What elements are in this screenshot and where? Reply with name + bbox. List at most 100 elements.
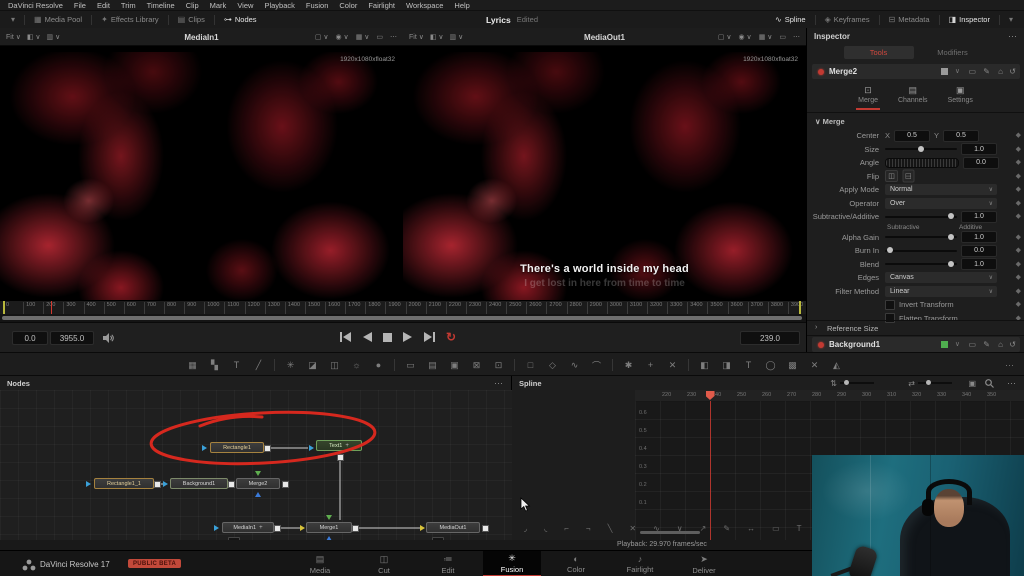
fusion-tool-icon-13[interactable]: ⊡ (492, 359, 505, 372)
spline-tool-icon-3[interactable]: ¬ (586, 524, 591, 533)
keyframe-diamond-icon[interactable]: ◆ (1016, 246, 1021, 254)
metadata-button[interactable]: ⊟Metadata (882, 11, 937, 28)
menu-item-playback[interactable]: Playback (264, 1, 294, 10)
chevron-down-icon[interactable]: ∨ (955, 340, 960, 348)
node-graph[interactable]: Rectangle1Text1+Rectangle1_1Background1M… (0, 390, 512, 540)
reset-icon[interactable]: ↺ (1009, 67, 1016, 76)
slider-thumb[interactable] (948, 234, 954, 240)
spline-tool-icon-12[interactable]: T (797, 524, 802, 533)
expand-viewer-button[interactable]: ▭ (779, 33, 786, 41)
value-field[interactable]: 0.0 (961, 245, 997, 257)
copy-settings-icon[interactable]: ▭ (968, 67, 976, 76)
menu-item-davinci-resolve[interactable]: DaVinci Resolve (8, 1, 63, 10)
spline-tool-icon-0[interactable]: ◞ (524, 524, 527, 533)
keyframe-diamond-icon[interactable]: ◆ (1016, 158, 1021, 166)
node-enable-dot[interactable] (818, 69, 824, 75)
spline-vzoom-slider[interactable]: ⇅ (830, 378, 874, 388)
fusion-tool-icon-8[interactable]: ● (372, 359, 385, 372)
nodes-button[interactable]: ⊶Nodes (217, 11, 264, 28)
out-point-field[interactable]: 3955.0 (50, 331, 94, 345)
node-output-port[interactable] (337, 454, 344, 461)
ab-compare-select[interactable]: ◧ ∨ (27, 33, 41, 41)
expand-viewer-button[interactable]: ▭ (376, 33, 383, 41)
spline-hzoom-slider[interactable]: ⇄ (908, 378, 952, 388)
inspector-node-header-background1[interactable]: Background1 ∨ ▭ ✎ ⌂ ↺ (812, 337, 1020, 352)
menu-item-color[interactable]: Color (339, 1, 357, 10)
menu-item-fairlight[interactable]: Fairlight (368, 1, 395, 10)
ab-compare-select[interactable]: ◧ ∨ (430, 33, 444, 41)
frame-all-icon[interactable]: ▣ (968, 378, 976, 388)
slider-track[interactable] (885, 250, 957, 252)
fusion-tool-icon-11[interactable]: ▣ (448, 359, 461, 372)
spline-options-icon[interactable]: ⋯ (1007, 378, 1016, 388)
value-field[interactable]: 1.0 (961, 231, 997, 243)
viewer-options-icon[interactable]: ⋯ (793, 33, 800, 41)
menu-item-help[interactable]: Help (454, 1, 469, 10)
edges-select[interactable]: Canvas∨ (885, 272, 997, 283)
inspector-options-icon[interactable]: ⋯ (1008, 31, 1017, 42)
node-enable-dot[interactable] (818, 342, 824, 348)
slider-track[interactable] (885, 263, 957, 265)
spline-button[interactable]: ∿Spline (768, 11, 813, 28)
spline-scrollbar[interactable] (640, 531, 700, 534)
keyframe-diamond-icon[interactable]: ◆ (1016, 145, 1021, 153)
viewer-options-icon[interactable]: ⋯ (390, 33, 397, 41)
fusion-tool-icon-24[interactable]: ◯ (764, 359, 777, 372)
spline-tool-icon-11[interactable]: ▭ (772, 524, 780, 533)
filter-method-select[interactable]: Linear∨ (885, 286, 997, 297)
center-x-field[interactable]: 0.5 (894, 130, 930, 142)
clips-button[interactable]: ▤Clips (171, 11, 212, 28)
inspector-tab-modifiers[interactable]: Modifiers (918, 46, 988, 59)
menu-item-mark[interactable]: Mark (210, 1, 227, 10)
split-wipe-select[interactable]: ▥ ∨ (47, 33, 61, 41)
slider-track[interactable] (885, 236, 957, 238)
node-text1[interactable]: Text1+ (316, 440, 362, 451)
roi-select[interactable]: ▢ ∨ (718, 33, 732, 41)
node-output-port[interactable] (154, 481, 161, 488)
page-tab-deliver[interactable]: ➤Deliver (675, 551, 733, 576)
spline-curve-list[interactable] (512, 390, 636, 540)
node-subtab-merge[interactable]: ⊡Merge (856, 84, 880, 110)
inspector-button[interactable]: ◨Inspector (942, 11, 997, 28)
loop-button[interactable]: ↻ (446, 330, 456, 344)
guides-select[interactable]: ▦ ∨ (759, 33, 773, 41)
node-subtab-channels[interactable]: ▤Channels (896, 84, 930, 110)
spline-tool-icon-9[interactable]: ✎ (723, 524, 730, 533)
menu-item-edit[interactable]: Edit (97, 1, 110, 10)
keyframe-diamond-icon[interactable]: ◆ (1016, 287, 1021, 295)
split-wipe-select[interactable]: ▥ ∨ (450, 33, 464, 41)
node-output-port[interactable] (282, 481, 289, 488)
play-reverse-button[interactable] (363, 332, 372, 342)
node-output-port[interactable] (274, 525, 281, 532)
viewer-canvas[interactable]: 1920x1080xfloat32 (0, 46, 403, 300)
slider-track[interactable] (885, 216, 957, 218)
page-tab-media[interactable]: ▤Media (291, 551, 349, 576)
keyframe-diamond-icon[interactable]: ◆ (1016, 233, 1021, 241)
fusion-tool-icon-9[interactable]: ▭ (404, 359, 417, 372)
node-mediain1[interactable]: MediaIn1+ (222, 522, 274, 533)
fusion-tool-icon-5[interactable]: ◪ (306, 359, 319, 372)
copy-settings-icon[interactable]: ▭ (968, 340, 976, 349)
value-field[interactable]: 1.0 (961, 143, 997, 155)
first-frame-button[interactable] (340, 332, 352, 342)
current-frame-field[interactable]: 239.0 (740, 331, 800, 345)
node-output-port[interactable] (228, 481, 235, 488)
fusion-tool-icon-21[interactable]: ◧ (698, 359, 711, 372)
node-merge1[interactable]: Merge1 (306, 522, 352, 533)
menu-item-timeline[interactable]: Timeline (147, 1, 175, 10)
keyframe-diamond-icon[interactable]: ◆ (1016, 185, 1021, 193)
value-field[interactable]: 1.0 (961, 258, 997, 270)
fusion-tool-icon-10[interactable]: ▤ (426, 359, 439, 372)
page-tab-cut[interactable]: ◫Cut (355, 551, 413, 576)
center-y-field[interactable]: 0.5 (943, 130, 979, 142)
keyframes-button[interactable]: ◈Keyframes (818, 11, 877, 28)
keyframe-diamond-icon[interactable]: ◆ (1016, 260, 1021, 268)
fusion-tool-icon-3[interactable]: ╱ (252, 359, 265, 372)
page-tab-color[interactable]: ◐Color (547, 551, 605, 576)
node-mediaout1[interactable]: MediaOut1 (426, 522, 480, 533)
merge-section-header[interactable]: ∨ Merge (815, 117, 845, 126)
fusion-tool-icon-2[interactable]: T (230, 359, 243, 372)
fusion-tool-icon-16[interactable]: ∿ (568, 359, 581, 372)
lock-icon[interactable]: ⌂ (998, 340, 1003, 349)
keyframe-diamond-icon[interactable]: ◆ (1016, 199, 1021, 207)
